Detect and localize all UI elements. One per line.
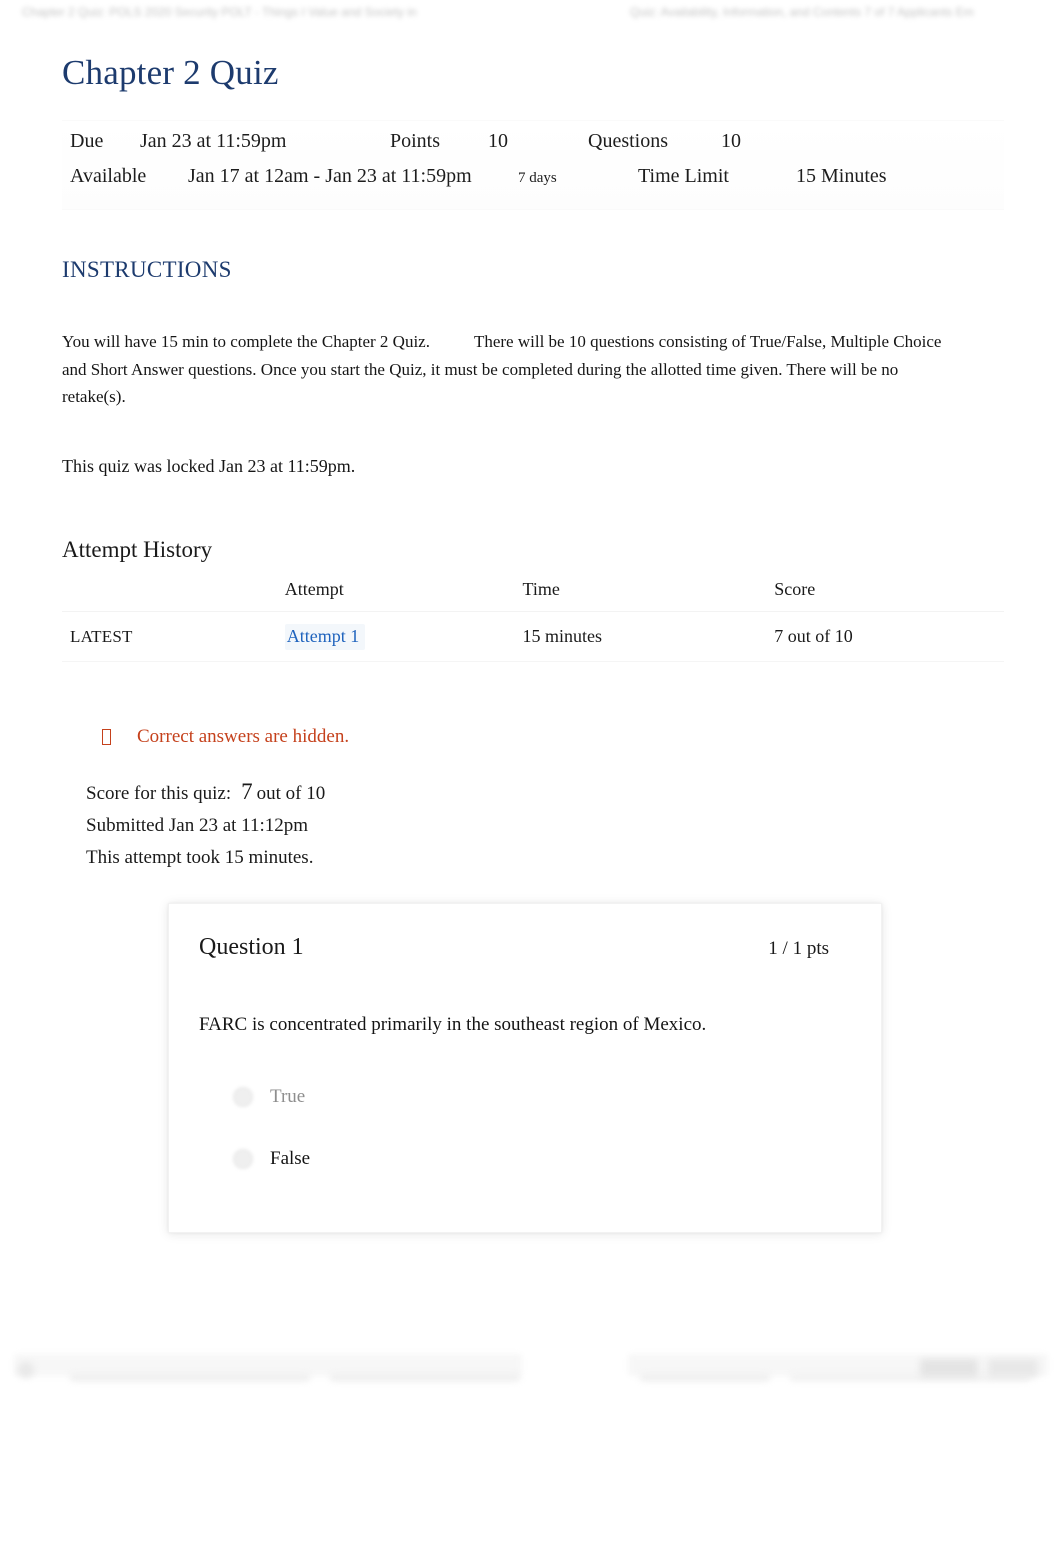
browser-chrome-top: Chapter 2 Quiz: POLS 2020 Security POLT … <box>0 0 1062 26</box>
answer-option-true[interactable]: True <box>233 1074 851 1120</box>
column-header-attempt: Attempt <box>284 578 523 612</box>
quiz-locked-message: This quiz was locked Jan 23 at 11:59pm. <box>62 455 356 476</box>
question-card: Question 1 1 / 1 pts FARC is concentrate… <box>168 902 882 1233</box>
submitted-line: Submitted Jan 23 at 11:12pm <box>86 814 309 836</box>
correct-answers-hidden-notice: Correct answers are hidden. <box>100 726 1004 748</box>
available-value: Jan 17 at 12am - Jan 23 at 11:59pm <box>188 165 472 187</box>
attempt-history-table: Attempt Time Score LATEST Attempt 1 15 m… <box>62 578 1004 662</box>
column-header-score: Score <box>774 578 1004 612</box>
browser-tab-title-left: Chapter 2 Quiz: POLS 2020 Security POLT … <box>22 5 417 19</box>
footer-dot-icon <box>18 1362 34 1378</box>
latest-label: LATEST <box>70 626 133 646</box>
footer-text-2 <box>330 1374 520 1381</box>
quiz-page: Chapter 2 Quiz Due Jan 23 at 11:59pm Poi… <box>0 26 1062 1561</box>
score-value: 7 <box>241 778 253 804</box>
browser-tab-title-right: Quiz: Availability, Information, and Con… <box>630 5 974 19</box>
points-label: Points <box>390 130 441 152</box>
instructions-heading: INSTRUCTIONS <box>62 257 232 282</box>
quiz-content: Chapter 2 Quiz Due Jan 23 at 11:59pm Poi… <box>62 52 1004 1233</box>
footer-button-1 <box>920 1359 978 1377</box>
footer-button-2 <box>988 1359 1038 1377</box>
time-limit-value: 15 Minutes <box>796 165 887 187</box>
answer-label-true: True <box>270 1085 306 1107</box>
score-line: Score for this quiz: 7 out of 10 <box>86 776 1004 810</box>
question-header: Question 1 1 / 1 pts <box>199 934 851 961</box>
duration-value: 7 days <box>518 170 557 186</box>
footer-text-3 <box>640 1374 770 1381</box>
time-limit-label: Time Limit <box>638 165 729 187</box>
points-value: 10 <box>488 130 508 152</box>
attempt-1-link[interactable]: Attempt 1 <box>284 623 366 650</box>
attempt-time-cell: 15 minutes <box>522 611 775 662</box>
due-label: Due <box>70 130 104 152</box>
answer-option-false[interactable]: False <box>233 1136 851 1182</box>
attempt-cell: Attempt 1 <box>284 611 523 662</box>
quiz-info-row-available: Available Jan 17 at 12am - Jan 23 at 11:… <box>62 165 1004 200</box>
due-value: Jan 23 at 11:59pm <box>140 130 287 152</box>
attempt-kept-badge: LATEST <box>62 611 285 662</box>
available-label: Available <box>70 165 147 187</box>
attempt-history-heading: Attempt History <box>62 536 213 562</box>
table-row: LATEST Attempt 1 15 minutes 7 out of 10 <box>62 611 1004 662</box>
quiz-info-row-due: Due Jan 23 at 11:59pm Points 10 Question… <box>62 130 1004 165</box>
browser-chrome-bottom <box>0 1338 1062 1408</box>
quiz-score-summary: Score for this quiz: 7 out of 10 Submitted… <box>86 776 1004 874</box>
footer-bar-right <box>628 1354 1048 1376</box>
answer-options: True False <box>233 1074 851 1182</box>
column-header-kept <box>62 578 285 612</box>
table-header-row: Attempt Time Score <box>62 578 1004 612</box>
answer-label-false: False <box>270 1147 311 1169</box>
questions-label: Questions <box>588 130 668 152</box>
score-label: Score for this quiz: <box>86 782 232 804</box>
footer-bar-left <box>14 1354 522 1376</box>
radio-icon[interactable] <box>233 1148 253 1169</box>
footer-text-1 <box>70 1374 310 1381</box>
quiz-info-bar: Due Jan 23 at 11:59pm Points 10 Question… <box>62 120 1004 210</box>
page-title: Chapter 2 Quiz <box>62 53 279 92</box>
question-points: 1 / 1 pts <box>768 937 829 959</box>
radio-icon[interactable] <box>233 1086 253 1107</box>
question-text: FARC is concentrated primarily in the so… <box>199 1013 707 1035</box>
instructions-body: You will have 15 min to complete the Cha… <box>62 328 962 411</box>
attempt-duration-line: This attempt took 15 minutes. <box>86 846 314 868</box>
info-circle-icon <box>102 728 111 745</box>
questions-value: 10 <box>721 130 741 152</box>
column-header-time: Time <box>522 578 775 612</box>
instructions-sentence-1: You will have 15 min to complete the Cha… <box>62 332 430 351</box>
correct-answers-hidden-text: Correct answers are hidden. <box>137 725 350 747</box>
score-suffix: out of 10 <box>256 782 326 804</box>
question-title: Question 1 <box>199 933 304 960</box>
attempt-score-cell: 7 out of 10 <box>774 611 1004 662</box>
